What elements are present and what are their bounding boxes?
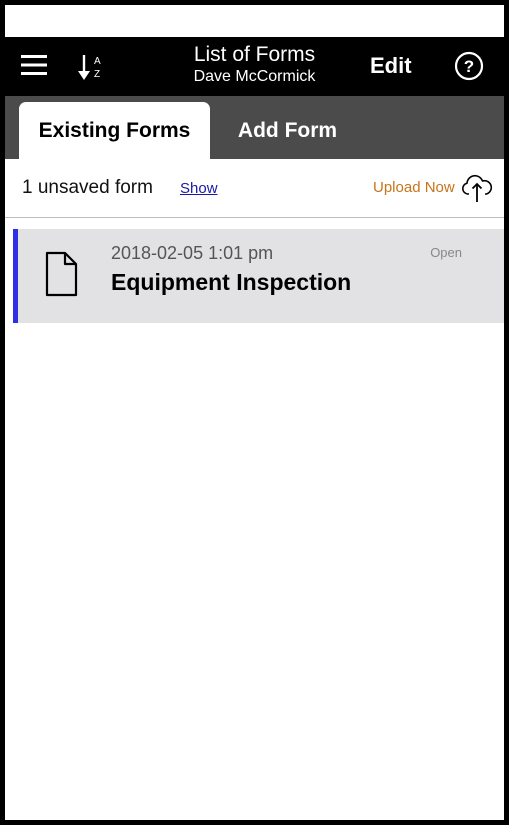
edit-button[interactable]: Edit xyxy=(370,52,412,80)
document-icon xyxy=(45,251,78,297)
form-date: 2018-02-05 1:01 pm xyxy=(111,243,274,263)
form-name: Equipment Inspection xyxy=(111,269,352,295)
help-circle-icon[interactable]: ? xyxy=(454,51,484,81)
svg-text:A: A xyxy=(94,56,101,67)
form-status: Open xyxy=(430,245,462,260)
hamburger-menu-icon[interactable] xyxy=(21,54,47,76)
title-block: List of Forms Dave McCormick xyxy=(135,43,374,87)
upload-now-label: Upload Now xyxy=(373,179,455,196)
status-strip xyxy=(5,5,504,37)
forms-list: 2018-02-05 1:01 pm Equipment Inspection … xyxy=(5,218,504,323)
tab-existing-forms[interactable]: Existing Forms xyxy=(19,102,210,159)
show-unsaved-link[interactable]: Show xyxy=(180,179,218,199)
svg-text:?: ? xyxy=(464,57,474,76)
svg-text:Z: Z xyxy=(94,69,100,80)
unsaved-forms-bar: 1 unsaved form Show Upload Now xyxy=(5,159,504,218)
header-bar: A Z List of Forms Dave McCormick Edit ? xyxy=(5,37,504,96)
tab-add-form[interactable]: Add Form xyxy=(220,102,355,159)
page-title: List of Forms xyxy=(193,43,316,66)
sort-a-z-icon[interactable]: A Z xyxy=(78,53,108,81)
list-item[interactable]: 2018-02-05 1:01 pm Equipment Inspection … xyxy=(13,229,504,323)
unsaved-count-text: 1 unsaved form xyxy=(22,177,153,198)
tab-bar: Existing Forms Add Form xyxy=(5,96,504,159)
cloud-upload-icon xyxy=(461,175,493,202)
app-screen: A Z List of Forms Dave McCormick Edit ? … xyxy=(5,5,504,820)
user-name: Dave McCormick xyxy=(193,68,316,85)
